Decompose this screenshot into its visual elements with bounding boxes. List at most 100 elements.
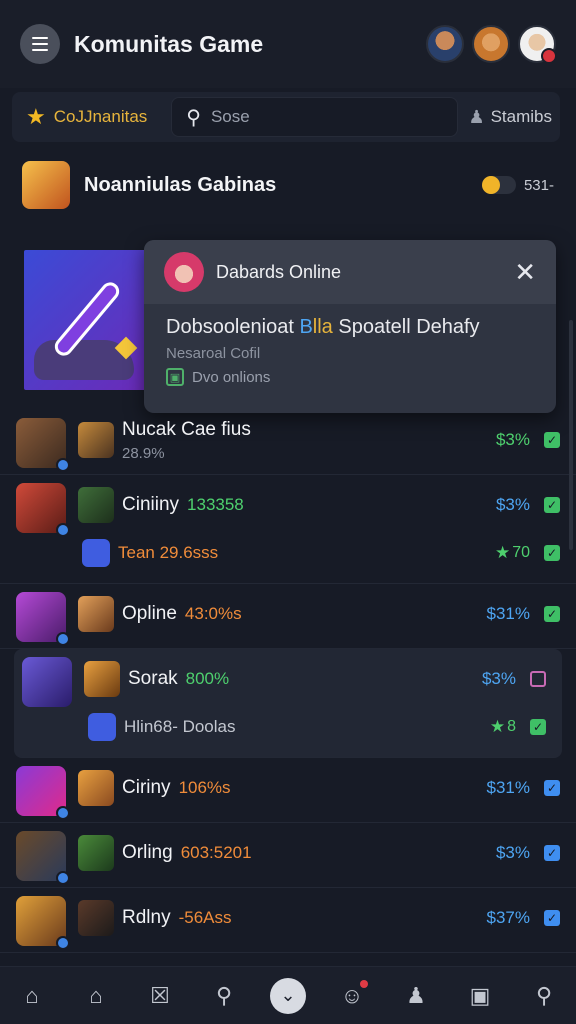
checkbox[interactable] [530,671,546,687]
chevron-right-icon [88,713,116,741]
checkbox[interactable]: ✓ [530,719,546,735]
percent-value: $31% [486,778,530,797]
percent-value: $3% [495,495,530,514]
star-icon: ★ [26,104,46,129]
popup-status: ▣ Dvo onlions [166,368,534,386]
team-stat: Hlin68- Doolas [124,717,236,736]
game-subtitle: 603:5201 [180,843,252,862]
game-subtitle: -56Ass [178,908,232,927]
friends-icon[interactable]: ♟ [398,978,434,1014]
checkbox[interactable]: ✓ [544,910,560,926]
search-placeholder: Sose [210,107,250,126]
list-item[interactable]: Ciriny 106%s $31% ✓ [0,758,576,823]
popup-name: Dabards Online [216,261,342,282]
list-item-selected[interactable]: Sorak 800% Hlin68- Doolas $3% ★ 8 ✓ [14,649,562,758]
percent-value: $37% [486,908,530,927]
popup-subtitle: Nesaroal Cofil [166,345,261,362]
bottom-navigation: ⌂ ⌂ ☒ ⚲ ⌄ ☺ ♟ ▣ ⚲ [0,966,576,1024]
game-subtitle: 28.9% [122,444,165,462]
team-label: Stamibs [490,107,552,126]
search-icon: ⚲ [186,106,201,129]
game-title: Ciriny [122,777,171,798]
pin-icon: ★ [489,717,506,736]
game-thumbnail [16,592,70,646]
home-icon[interactable]: ⌂ [14,978,50,1014]
list-item[interactable]: Rdlny -56Ass $37% ✓ [0,888,576,953]
avatar [164,252,204,292]
team-button[interactable]: ♟ Stamibs [468,107,560,128]
notification-badge [541,48,557,64]
avatar[interactable] [472,25,510,63]
scrollbar[interactable] [569,320,573,550]
game-thumbnail [78,900,114,936]
stat-value: 8 [507,718,516,735]
game-banner-image[interactable] [24,250,148,390]
game-title: Sorak [128,668,178,689]
people-icon: ♟ [468,106,485,127]
game-subtitle: 43:0%s [184,604,242,623]
percent-value: $3% [495,430,530,449]
featured-title: Noanniulas Gabinas [84,173,277,196]
game-title: Ciniiny [122,494,180,515]
list-item[interactable]: Opline 43:0%s $31% ✓ [0,584,576,649]
page-title: Komunitas Game [74,30,264,57]
house-icon[interactable]: ⌂ [78,978,114,1014]
notification-badge [360,979,368,988]
pin-icon: ★ [494,543,511,562]
avatar[interactable] [426,25,464,63]
coin-toggle[interactable] [481,176,516,194]
pencil-icon [82,539,110,567]
game-title: Orling [122,842,173,863]
avatar-group [426,25,557,64]
game-thumbnail [16,766,70,820]
game-title: Opline [122,603,177,624]
game-thumbnail [78,422,114,458]
game-thumbnail [84,661,120,697]
game-thumbnail [78,835,114,871]
search-input[interactable]: ⚲ Sose [171,97,459,137]
community-tab[interactable]: ★ CoJJnanitas [12,104,161,130]
game-thumbnail [78,596,114,632]
close-icon[interactable]: ✕ [514,259,536,285]
inbox-icon[interactable]: ☒ [142,978,178,1014]
game-thumbnail [78,770,114,806]
list-item[interactable]: Nucak Cae fius 28.9% $3% ✓ [0,410,576,475]
featured-meta: 531- [481,176,554,194]
game-thumbnail [16,483,70,537]
team-stat: Tean 29.6sss [118,543,219,562]
top-header: Komunitas Game [0,0,576,88]
menu-button[interactable] [20,24,60,64]
avatar[interactable] [518,25,557,64]
search-icon[interactable]: ⚲ [206,978,242,1014]
popup-headline: Dobsoolenioat Blla Spoatell Dehafy [166,316,480,338]
community-label: CoJJnanitas [53,107,148,126]
game-title: Nucak Cae fius [122,418,251,440]
checkbox[interactable]: ✓ [544,432,560,448]
game-thumbnail [78,487,114,523]
checkbox[interactable]: ✓ [544,780,560,796]
notification-popup: Dabards Online ✕ Dobsoolenioat Blla Spoa… [144,240,556,413]
featured-row[interactable]: Noanniulas Gabinas 531- [0,150,576,220]
game-title: Rdlny [122,907,171,928]
checkbox[interactable]: ✓ [544,545,560,561]
emoji-icon[interactable]: ☺ [334,978,370,1014]
game-thumbnail [22,161,70,209]
checkbox[interactable]: ✓ [544,606,560,622]
game-thumbnail [22,657,72,707]
featured-value: 531- [523,176,554,194]
game-thumbnail [16,896,70,950]
game-thumbnail [16,418,70,472]
bag-icon[interactable]: ▣ [462,978,498,1014]
percent-value: $3% [481,669,516,688]
list-item[interactable]: Orling 603:5201 $3% ✓ [0,823,576,888]
status-icon: ▣ [166,368,184,386]
list-item[interactable]: Ciniiny 133358 Tean 29.6sss $3% ✓ ★ 70 ✓ [0,475,576,584]
hamburger-icon [32,35,48,53]
percent-value: $31% [486,604,530,623]
chevron-down-icon[interactable]: ⌄ [270,977,306,1014]
game-subtitle: 133358 [187,495,244,514]
game-subtitle: 800% [185,669,230,688]
search-icon[interactable]: ⚲ [526,978,562,1014]
checkbox[interactable]: ✓ [544,845,560,861]
checkbox[interactable]: ✓ [544,497,560,513]
